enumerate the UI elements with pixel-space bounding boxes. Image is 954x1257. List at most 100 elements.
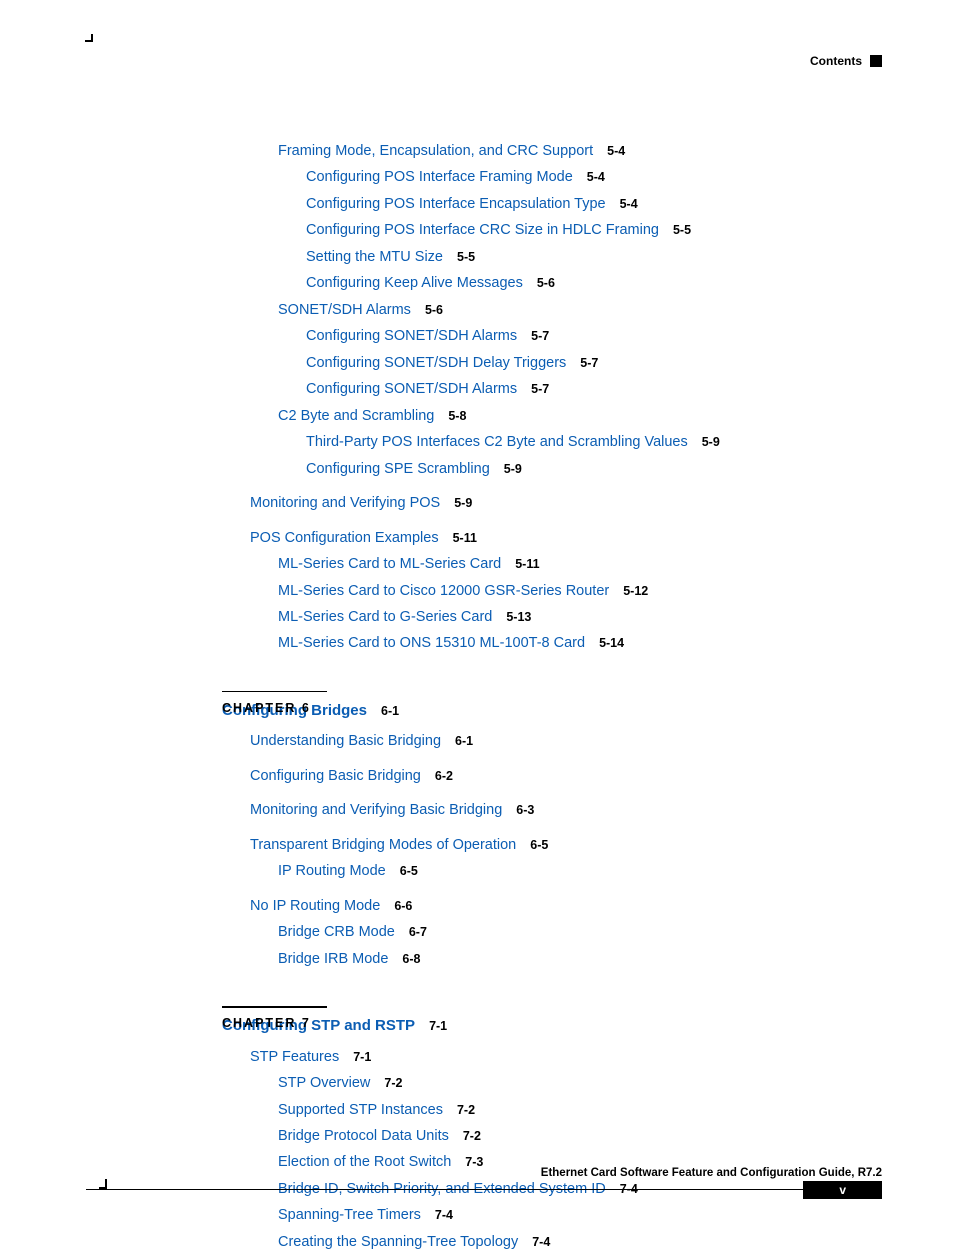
footer-title: Ethernet Card Software Feature and Confi… [541, 1167, 882, 1179]
toc-link[interactable]: Configuring POS Interface Framing Mode [306, 169, 573, 185]
toc-page-ref: 7-2 [457, 1103, 475, 1117]
chapter-number: 6 [302, 701, 309, 715]
toc-page-ref: 5-9 [454, 496, 472, 510]
toc-page-ref: 6-6 [394, 899, 412, 913]
header-box-icon [870, 55, 882, 67]
toc-link[interactable]: Bridge CRB Mode [278, 924, 395, 940]
toc-entry: Monitoring and Verifying Basic Bridging6… [250, 799, 882, 821]
toc-entry: C2 Byte and Scrambling 5-8 [278, 405, 882, 427]
toc-page-ref: 5-4 [607, 144, 625, 158]
toc-page-ref: 5-13 [506, 610, 531, 624]
toc-entry: Monitoring and Verifying POS 5-9 [250, 492, 882, 514]
toc-page-ref: 5-14 [599, 636, 624, 650]
toc-link[interactable]: Third-Party POS Interfaces C2 Byte and S… [306, 434, 688, 450]
toc-entry: Configuring SPE Scrambling5-9 [306, 458, 882, 480]
toc-entry: SONET/SDH Alarms5-6 [278, 299, 882, 321]
toc-link[interactable]: Spanning-Tree Timers [278, 1207, 421, 1223]
toc-link[interactable]: STP Features [250, 1049, 339, 1065]
toc-link[interactable]: SONET/SDH Alarms [278, 302, 411, 318]
toc-entry: POS Configuration Examples5-11 [250, 527, 882, 549]
toc-page-ref: 5-9 [702, 435, 720, 449]
toc-link[interactable]: STP Overview [278, 1075, 370, 1091]
toc-link[interactable]: ML-Series Card to ONS 15310 ML-100T-8 Ca… [278, 635, 585, 651]
chapter-number: 7 [302, 1016, 309, 1030]
toc-link[interactable]: Configuring SONET/SDH Alarms [306, 328, 517, 344]
toc-link[interactable]: Setting the MTU Size [306, 249, 443, 265]
toc-link[interactable]: Configuring SPE Scrambling [306, 461, 490, 477]
crop-mark-bottom [105, 1179, 107, 1189]
toc-link[interactable]: ML-Series Card to ML-Series Card [278, 556, 501, 572]
toc-content: Framing Mode, Encapsulation, and CRC Sup… [86, 140, 882, 1257]
toc-link[interactable]: Bridge IRB Mode [278, 951, 388, 967]
toc-link[interactable]: Monitoring and Verifying Basic Bridging [250, 802, 502, 818]
page-number-box: v [803, 1181, 882, 1199]
chapter-label-text: CHAPTER [222, 701, 302, 715]
toc-link[interactable]: Configuring SONET/SDH Alarms [306, 381, 517, 397]
toc-page-ref: 6-8 [402, 952, 420, 966]
toc-gap [86, 757, 882, 765]
toc-page-ref: 7-2 [384, 1076, 402, 1090]
toc-entry: Bridge IRB Mode 6-8 [278, 948, 882, 970]
toc-link[interactable]: Creating the Spanning-Tree Topology [278, 1234, 518, 1250]
toc-page-ref: 6-2 [435, 769, 453, 783]
toc-link[interactable]: Configuring Basic Bridging [250, 768, 421, 784]
toc-page-ref: 6-5 [530, 838, 548, 852]
toc-page-ref: 5-4 [587, 170, 605, 184]
toc-entry: Supported STP Instances 7-2 [278, 1099, 882, 1121]
toc-link[interactable]: Framing Mode, Encapsulation, and CRC Sup… [278, 143, 593, 159]
toc-page-ref: 7-4 [435, 1208, 453, 1222]
toc-link[interactable]: Transparent Bridging Modes of Operation [250, 837, 516, 853]
toc-link[interactable]: Monitoring and Verifying POS [250, 495, 440, 511]
toc-link[interactable]: Configuring Keep Alive Messages [306, 275, 523, 291]
toc-link[interactable]: C2 Byte and Scrambling [278, 408, 434, 424]
toc-gap [86, 1038, 882, 1046]
toc-entry: Configuring SONET/SDH Alarms5-7 [306, 325, 882, 347]
toc-link[interactable]: Understanding Basic Bridging [250, 733, 441, 749]
toc-entry: IP Routing Mode6-5 [278, 860, 882, 882]
toc-gap [86, 826, 882, 834]
toc-gap [86, 484, 882, 492]
toc-page-ref: 5-5 [457, 250, 475, 264]
toc-page-ref: 5-5 [673, 223, 691, 237]
footer-rule [86, 1189, 854, 1190]
toc-link[interactable]: Bridge Protocol Data Units [278, 1128, 449, 1144]
toc-page-ref: 5-4 [620, 197, 638, 211]
toc-entry: Creating the Spanning-Tree Topology 7-4 [278, 1231, 882, 1253]
toc-page-ref: 6-7 [409, 925, 427, 939]
toc-entry: Understanding Basic Bridging6-1 [250, 730, 882, 752]
toc-page-ref: 7-2 [463, 1129, 481, 1143]
chapter-label-text: CHAPTER [222, 1016, 302, 1030]
toc-page-ref: 7-4 [532, 1235, 550, 1249]
toc-entry: ML-Series Card to Cisco 12000 GSR-Series… [278, 580, 882, 602]
toc-link[interactable]: POS Configuration Examples [250, 530, 439, 546]
chapter-rule [222, 691, 327, 693]
toc-entry: Transparent Bridging Modes of Operation 6… [250, 834, 882, 856]
toc-page-ref: 5-7 [531, 382, 549, 396]
chapter-label: CHAPTER 6 [222, 699, 309, 718]
toc-link[interactable]: No IP Routing Mode [250, 898, 380, 914]
toc-link[interactable]: ML-Series Card to Cisco 12000 GSR-Series… [278, 583, 609, 599]
header-right: Contents [810, 54, 882, 68]
toc-entry: Configuring Keep Alive Messages 5-6 [306, 272, 882, 294]
toc-gap [86, 722, 882, 730]
toc-page-ref: 7-3 [465, 1155, 483, 1169]
toc-page-ref: 5-6 [537, 276, 555, 290]
toc-entry: Framing Mode, Encapsulation, and CRC Sup… [278, 140, 882, 162]
toc-entry: Bridge CRB Mode 6-7 [278, 921, 882, 943]
chapter-label: CHAPTER 7 [222, 1014, 309, 1033]
chapter-rule [222, 1006, 327, 1008]
toc-page-ref: 5-11 [515, 557, 539, 571]
toc-link[interactable]: Configuring POS Interface CRC Size in HD… [306, 222, 659, 238]
toc-link[interactable]: Election of the Root Switch [278, 1154, 451, 1170]
toc-entry: Spanning-Tree Timers 7-4 [278, 1204, 882, 1226]
toc-page-ref: 5-12 [623, 584, 648, 598]
toc-page-ref: 5-8 [448, 409, 466, 423]
toc-link[interactable]: Configuring SONET/SDH Delay Triggers [306, 355, 566, 371]
toc-entry: Configuring POS Interface Framing Mode 5-… [306, 166, 882, 188]
toc-entry: No IP Routing Mode 6-6 [250, 895, 882, 917]
toc-link[interactable]: Configuring POS Interface Encapsulation … [306, 196, 606, 212]
toc-entry: Configuring POS Interface CRC Size in HD… [306, 219, 882, 241]
toc-link[interactable]: ML-Series Card to G-Series Card [278, 609, 492, 625]
toc-link[interactable]: Supported STP Instances [278, 1102, 443, 1118]
toc-link[interactable]: IP Routing Mode [278, 863, 386, 879]
